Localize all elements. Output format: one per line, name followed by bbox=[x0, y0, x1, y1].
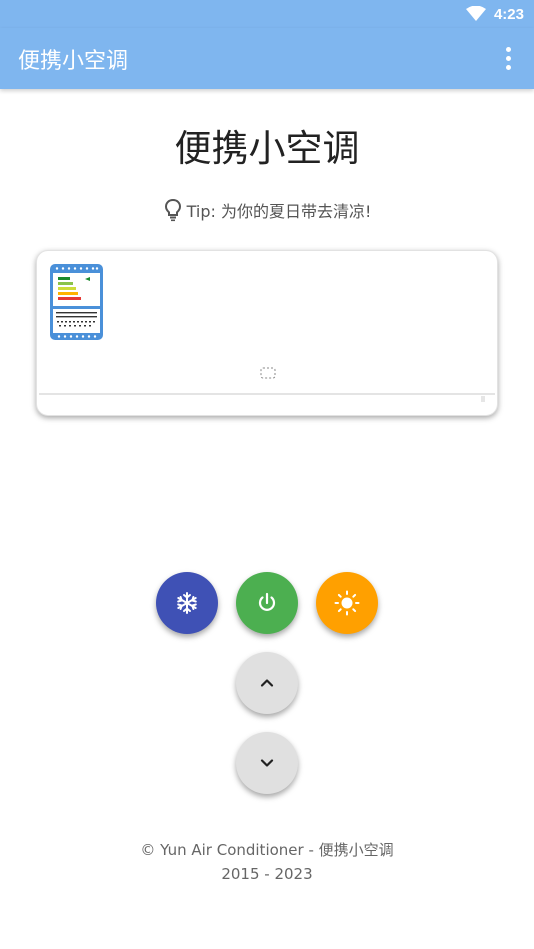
wifi-icon bbox=[465, 6, 486, 21]
heat-mode-button[interactable] bbox=[316, 572, 378, 634]
app-bar-title: 便携小空调 bbox=[18, 49, 129, 74]
power-icon bbox=[258, 592, 276, 611]
tip-row: Tip: 为你的夏日带去清凉! bbox=[0, 198, 534, 222]
temperature-display-icon bbox=[260, 367, 276, 379]
ac-vent-indicator bbox=[481, 396, 485, 402]
cool-mode-button[interactable] bbox=[156, 572, 218, 634]
status-icons: 4:23 bbox=[465, 4, 524, 24]
temperature-down-button[interactable] bbox=[236, 732, 298, 794]
temperature-up-button[interactable] bbox=[236, 652, 298, 714]
snowflake-icon bbox=[177, 592, 197, 614]
more-vert-icon[interactable] bbox=[496, 46, 520, 70]
ac-vent-line bbox=[39, 393, 495, 395]
chevron-up-icon bbox=[260, 679, 274, 687]
chevron-down-icon bbox=[260, 759, 274, 767]
sun-icon bbox=[334, 590, 360, 616]
app-bar: 便携小空调 bbox=[0, 28, 534, 89]
lightbulb-icon bbox=[164, 198, 181, 222]
status-time: 4:23 bbox=[493, 5, 524, 23]
tip-text: Tip: 为你的夏日带去清凉! bbox=[186, 202, 372, 221]
power-button[interactable] bbox=[236, 572, 298, 634]
status-bar: 4:23 bbox=[0, 0, 534, 28]
footer: © Yun Air Conditioner - 便携小空调 2015 - 202… bbox=[0, 838, 534, 886]
footer-years: 2015 - 2023 bbox=[221, 865, 313, 883]
page-title: 便携小空调 bbox=[174, 127, 360, 170]
footer-copyright: © Yun Air Conditioner - 便携小空调 bbox=[140, 841, 394, 859]
energy-label-icon bbox=[50, 264, 103, 340]
air-conditioner-unit bbox=[36, 250, 498, 416]
